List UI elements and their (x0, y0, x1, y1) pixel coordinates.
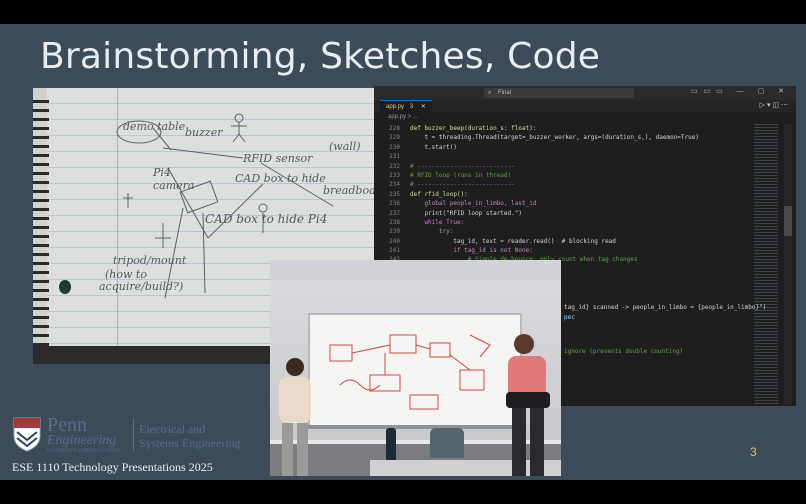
close-icon[interactable]: ✕ (421, 104, 426, 110)
tab-label: app.py (386, 104, 405, 110)
code-line: 239 try: (374, 227, 754, 236)
line-number: 235 (389, 190, 400, 198)
note-tripod-acquire: acquire/build?) (99, 280, 184, 293)
note-buzzer: buzzer (185, 126, 223, 139)
breadcrumb: app.py > ... (388, 114, 418, 120)
code-line: 233 # RFID loop (runs in thread) (374, 171, 754, 180)
note-rfid-sensor: RFID sensor (243, 152, 313, 165)
line-number: 233 (389, 171, 400, 179)
code-spill-1: tag_id} scanned -> people_in_limbo = {pe… (564, 304, 767, 311)
code-line: 237 print("RFID loop started.") (374, 209, 754, 218)
whiteboard-drawings (329, 334, 491, 410)
code-line: 240 tag_id, text = reader.read() # block… (374, 237, 754, 246)
line-number: 229 (389, 134, 400, 142)
penn-shield-icon (13, 417, 41, 452)
logo-engineering: Engineering (47, 433, 117, 448)
line-text: print("RFID loop started.") (410, 209, 522, 217)
page-number: 3 (750, 445, 757, 459)
code-line: 234 # --------------------------- (374, 180, 754, 189)
line-number: 231 (389, 153, 400, 161)
minimap[interactable] (754, 124, 778, 404)
search-icon: ⌕ (488, 90, 492, 96)
line-text: global people_in_limbo, last_id (410, 200, 537, 208)
note-cad-box-2: CAD box to hide Pi4 (205, 212, 328, 226)
line-text: # --------------------------- (410, 162, 515, 170)
line-number: 230 (389, 143, 400, 151)
scrollbar-thumb[interactable] (784, 206, 792, 236)
code-line: 231 (374, 152, 754, 161)
note-breadboard: breadboard (323, 184, 377, 197)
line-text: t.start() (410, 143, 457, 151)
tab-badge: 3 (409, 104, 414, 110)
line-number: 241 (389, 247, 400, 255)
logo-dept-line1: Electrical and (139, 422, 206, 436)
slide-footer: ESE 1110 Technology Presentations 2025 (12, 460, 213, 474)
line-text: # --------------------------- (410, 181, 515, 189)
editor-search-box[interactable]: ⌕ Final (484, 88, 634, 98)
note-pi-camera: Pi4 camera (153, 166, 195, 192)
person-left (279, 358, 311, 476)
logo-dept-line2: Systems Engineering (139, 436, 241, 450)
team-photo (270, 260, 561, 476)
code-spill-3: ignore (prevents double counting) (564, 348, 684, 355)
code-line: 236 global people_in_limbo, last_id (374, 199, 754, 208)
line-text: while True: (410, 218, 465, 226)
code-spill-2: pec (564, 314, 575, 321)
slide: Brainstorming, Sketches, Code demo table… (0, 24, 806, 480)
line-number: 236 (389, 200, 400, 208)
editor-search-text: Final (498, 90, 512, 96)
line-number: 238 (389, 218, 400, 226)
whiteboard-tray (308, 425, 522, 429)
line-text: def buzzer_beep(duration_s: float): (410, 125, 537, 132)
code-line: 228 def buzzer_beep(duration_s: float): (374, 124, 754, 133)
line-number: 237 (389, 209, 400, 217)
ceiling (270, 260, 561, 280)
note-wall: (wall) (329, 140, 361, 153)
code-line: 238 while True: (374, 218, 754, 227)
code-lines: 228 def buzzer_beep(duration_s: float): 22… (374, 124, 754, 274)
line-number: 232 (389, 162, 400, 170)
line-text: try: (410, 228, 454, 236)
editor-titlebar: ⌕ Final ▭▭▭ — ▢ ✕ (374, 86, 796, 100)
person-right (506, 334, 550, 476)
code-line: 229 t = threading.Thread(target=_buzzer_… (374, 133, 754, 142)
note-tripod: tripod/mount (113, 254, 187, 267)
window-controls[interactable]: ▭▭▭ — ▢ ✕ (691, 87, 790, 95)
code-line: 241 if tag_id is not None: (374, 246, 754, 255)
line-number: 239 (389, 228, 400, 236)
line-number: 228 (389, 125, 400, 132)
note-demo-table: demo table (123, 120, 186, 133)
code-line: 230 t.start() (374, 143, 754, 152)
line-text: tag_id, text = reader.read() # blocking … (410, 237, 616, 245)
whiteboard (308, 313, 522, 429)
note-cad-box-1: CAD box to hide (235, 172, 326, 185)
line-text: t = threading.Thread(target=_buzzer_work… (410, 134, 699, 142)
code-line: 232 # --------------------------- (374, 162, 754, 171)
code-line: 235 def rfid_loop(): (374, 190, 754, 199)
chair (430, 428, 464, 458)
editor-tab-bar: app.py 3 ✕ ▷ ▾ ◫ ⋯ (374, 100, 796, 113)
line-text: if tag_id is not None: (410, 247, 533, 255)
slide-title: Brainstorming, Sketches, Code (40, 36, 601, 77)
line-text: # RFID loop (runs in thread) (410, 171, 512, 179)
logo-university: UNIVERSITY of PENNSYLVANIA (47, 449, 121, 454)
logo-divider (133, 418, 134, 452)
run-icon[interactable]: ▷ ▾ ◫ ⋯ (760, 100, 788, 112)
line-number: 240 (389, 237, 400, 245)
penn-engineering-logo: Penn Engineering UNIVERSITY of PENNSYLVA… (12, 414, 252, 456)
line-text: def rfid_loop(): (410, 190, 468, 198)
scrollbar[interactable] (784, 124, 792, 404)
line-number: 234 (389, 181, 400, 189)
tab-app-py[interactable]: app.py 3 ✕ (380, 100, 432, 113)
